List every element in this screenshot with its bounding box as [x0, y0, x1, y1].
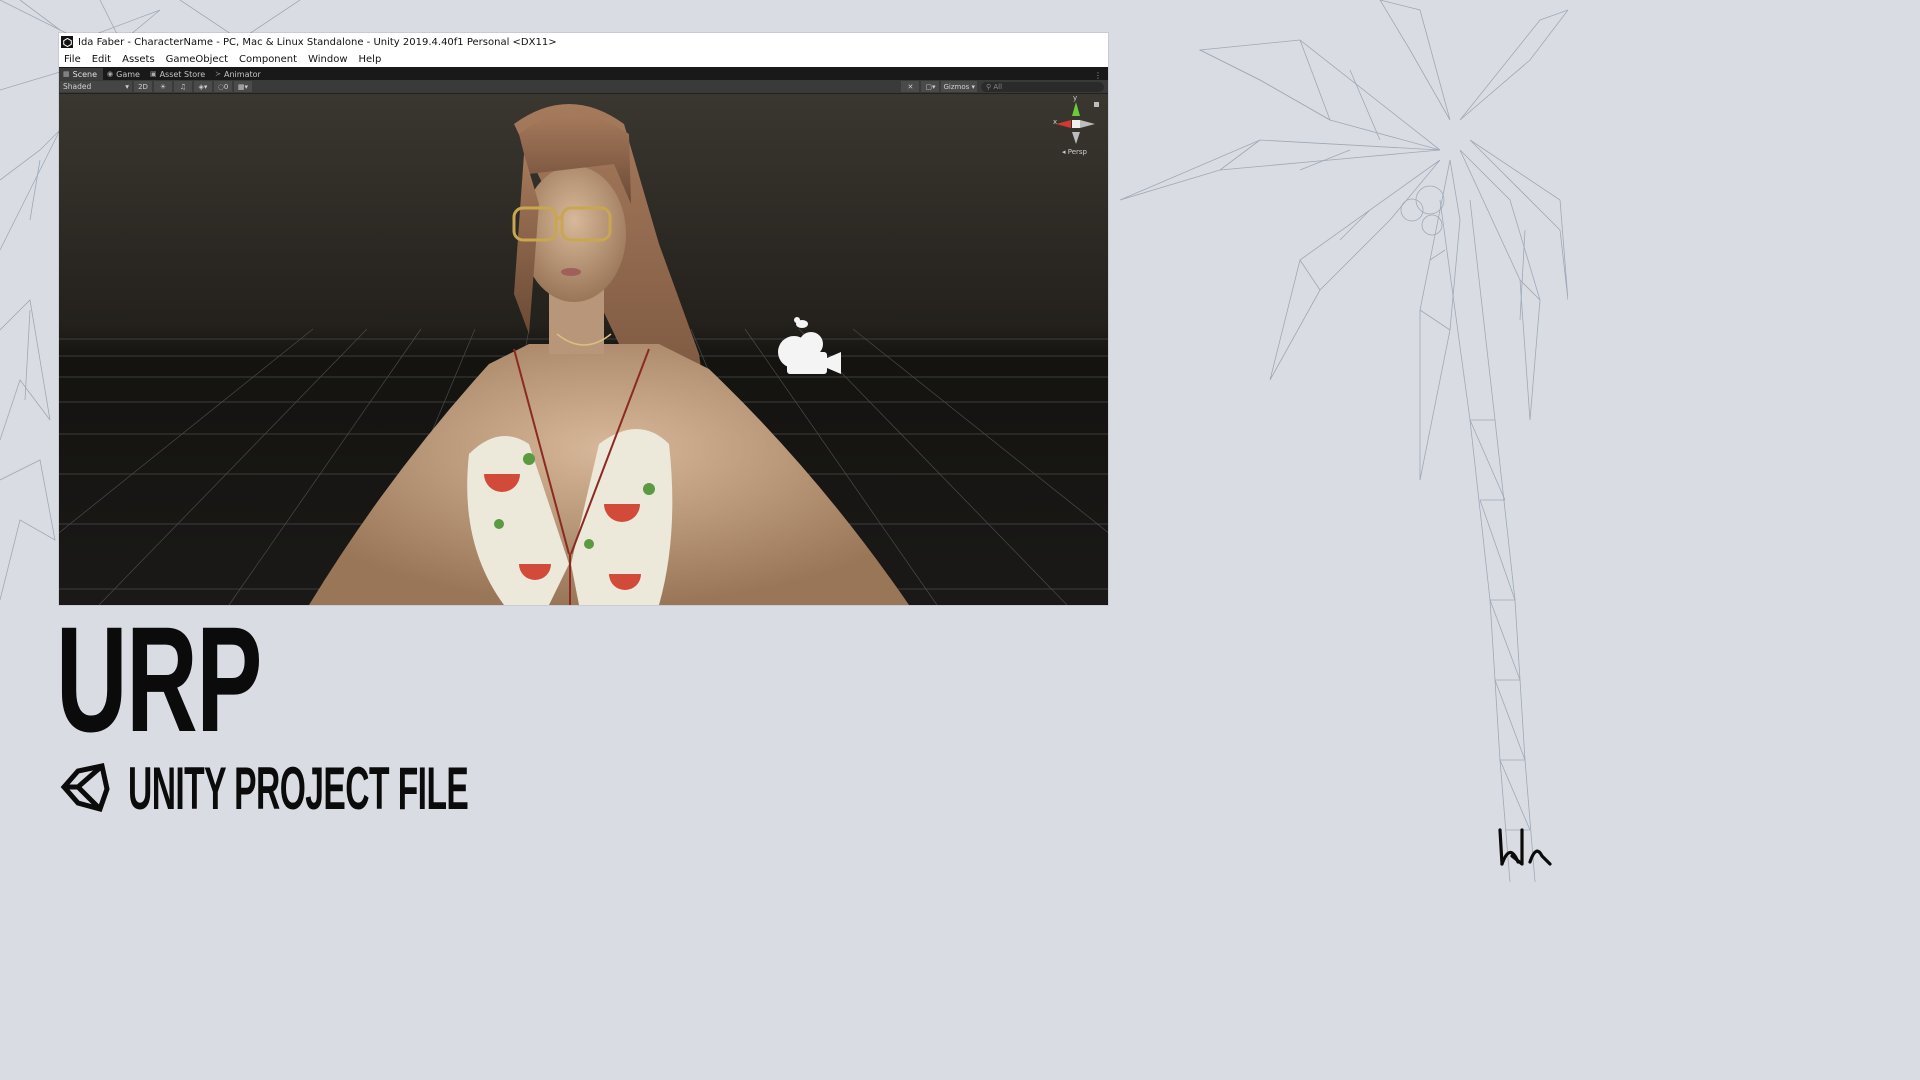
tab-animator[interactable]: ≻ Animator [211, 68, 267, 80]
grid-toggle-icon[interactable]: ▦▾ [234, 81, 252, 92]
search-icon: ⚲ [986, 82, 994, 91]
camera-settings-icon[interactable]: ▢▾ [921, 81, 940, 92]
chevron-down-icon: ▾ [125, 82, 129, 91]
ida-faber-logo-icon [1498, 828, 1552, 866]
effects-toggle-icon[interactable]: ◈▾ [194, 81, 212, 92]
tab-game[interactable]: ◉ Game [103, 68, 146, 80]
unity-app-icon [61, 36, 73, 48]
editor-tab-bar: ▦ Scene ◉ Game ▣ Asset Store ≻ Animator … [59, 67, 1108, 80]
gizmo-x-label: x [1053, 118, 1058, 126]
hidden-objects-count: 0 [223, 82, 229, 91]
tab-asset-store-label: Asset Store [159, 69, 206, 79]
audio-toggle-icon[interactable]: ♫ [174, 81, 192, 92]
tab-animator-label: Animator [224, 69, 261, 79]
toggle-2d-button[interactable]: 2D [134, 81, 152, 92]
tab-scene[interactable]: ▦ Scene [59, 68, 104, 80]
menu-assets[interactable]: Assets [117, 54, 161, 65]
search-placeholder: All [993, 82, 1003, 91]
bag-icon: ▣ [149, 70, 157, 78]
window-title: Ida Faber - CharacterName - PC, Mac & Li… [78, 36, 557, 48]
projection-label: Persp [1067, 148, 1087, 156]
menu-edit[interactable]: Edit [87, 54, 117, 65]
grid-icon: ▦ [63, 70, 70, 78]
tab-scene-label: Scene [72, 69, 98, 79]
tab-asset-store[interactable]: ▣ Asset Store [146, 68, 211, 80]
scene-toolbar: Shaded ▾ 2D ☀ ♫ ◈▾ ◌ 0 ▦▾ ✕ ▢▾ Gizmos ▾ … [59, 80, 1108, 94]
shading-mode-value: Shaded [63, 82, 92, 91]
slide-subtitle: UNITY PROJECT FILE [128, 755, 469, 822]
gizmos-dropdown[interactable]: Gizmos ▾ [941, 81, 977, 92]
shading-mode-dropdown[interactable]: Shaded ▾ [60, 81, 132, 92]
menu-window[interactable]: Window [303, 54, 353, 65]
unity-logo-icon [60, 763, 110, 812]
unity-editor-window: Ida Faber - CharacterName - PC, Mac & Li… [59, 33, 1108, 605]
menu-gameobject[interactable]: GameObject [161, 54, 234, 65]
menu-component[interactable]: Component [234, 54, 303, 65]
gizmos-label: Gizmos [943, 82, 970, 91]
kebab-menu-icon[interactable]: ⋮ [1094, 71, 1108, 80]
animator-icon: ≻ [215, 70, 222, 78]
hierarchy-search-input[interactable]: ⚲ All [981, 81, 1104, 92]
scene-viewport[interactable]: y x ◂ Persp [59, 94, 1108, 605]
menu-help[interactable]: Help [354, 54, 388, 65]
scene-render [59, 94, 1108, 605]
menu-bar: File Edit Assets GameObject Component Wi… [59, 51, 1108, 67]
chevron-left-icon: ◂ [1062, 148, 1066, 156]
tools-icon[interactable]: ✕ [901, 81, 920, 92]
projection-toggle[interactable]: ◂ Persp [1062, 148, 1087, 156]
hidden-objects-toggle[interactable]: ◌ 0 [214, 81, 232, 92]
window-titlebar: Ida Faber - CharacterName - PC, Mac & Li… [59, 33, 1108, 51]
gamepad-icon: ◉ [107, 70, 114, 78]
lock-icon[interactable] [1094, 102, 1099, 107]
menu-file[interactable]: File [59, 54, 87, 65]
chevron-down-icon: ▾ [969, 82, 975, 91]
lighting-toggle-icon[interactable]: ☀ [154, 81, 172, 92]
tab-game-label: Game [116, 69, 140, 79]
gizmo-y-label: y [1073, 94, 1078, 102]
slide-title: URP [56, 595, 262, 763]
